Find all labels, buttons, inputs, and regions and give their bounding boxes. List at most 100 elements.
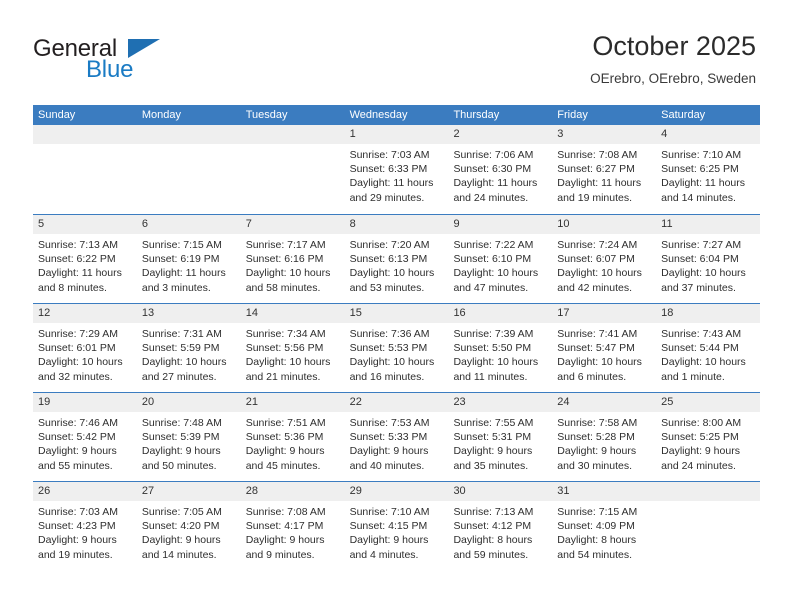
calendar-day-cell[interactable]: 9 Sunrise: 7:22 AM Sunset: 6:10 PM Daylight… [448,215,553,303]
day-number: 22 [344,393,449,412]
daylight-duration-line1: Daylight: 10 hours [245,356,331,369]
daylight-duration-line2: and 53 minutes. [349,281,425,294]
sunset-time: Sunset: 6:25 PM [661,163,739,176]
daylight-duration-line1: Daylight: 9 hours [557,445,637,458]
day-details: Sunrise: 7:29 AM Sunset: 6:01 PM Daylight:… [33,323,137,392]
day-details: Sunrise: 7:48 AM Sunset: 5:39 PM Daylight:… [137,412,241,481]
calendar-day-cell[interactable]: 11 Sunrise: 7:27 AM Sunset: 6:04 PM Dayligh… [656,215,761,303]
calendar-day-cell[interactable]: 20 Sunrise: 7:48 AM Sunset: 5:39 PM Dayligh… [136,393,241,481]
daylight-duration-line2: and 59 minutes. [453,548,529,561]
sunset-time: Sunset: 5:39 PM [141,431,220,444]
sunset-time: Sunset: 5:25 PM [661,431,739,444]
sunrise-time: Sunrise: 7:34 AM [245,328,326,340]
calendar-day-cell[interactable]: 26 Sunrise: 7:03 AM Sunset: 4:23 PM Dayligh… [33,482,137,570]
daylight-duration-line1: Daylight: 10 hours [453,356,539,369]
calendar-day-cell[interactable]: 12 Sunrise: 7:29 AM Sunset: 6:01 PM Dayligh… [33,304,137,392]
daylight-duration-line2: and 30 minutes. [557,459,633,472]
calendar-day-cell[interactable]: 1 Sunrise: 7:03 AM Sunset: 6:33 PM Daylight… [344,125,449,214]
day-details: Sunrise: 7:58 AM Sunset: 5:28 PM Daylight:… [552,412,656,481]
day-details: Sunrise: 7:41 AM Sunset: 5:47 PM Daylight:… [552,323,656,392]
day-details: Sunrise: 7:46 AM Sunset: 5:42 PM Daylight:… [33,412,137,481]
calendar-day-cell[interactable]: 8 Sunrise: 7:20 AM Sunset: 6:13 PM Daylight… [344,215,449,303]
day-number: 12 [33,304,137,323]
day-number: 14 [240,304,345,323]
sunrise-time: Sunrise: 7:08 AM [557,149,638,161]
daylight-duration-line1: Daylight: 9 hours [453,445,533,458]
daylight-duration-line1: Daylight: 10 hours [557,267,642,280]
day-details: Sunrise: 7:13 AM Sunset: 4:12 PM Daylight:… [448,501,552,570]
sunset-time: Sunset: 4:12 PM [453,520,532,533]
sunrise-time: Sunrise: 7:06 AM [453,149,534,161]
calendar-day-cell[interactable]: 17 Sunrise: 7:41 AM Sunset: 5:47 PM Dayligh… [552,304,657,392]
day-details: Sunrise: 7:22 AM Sunset: 6:10 PM Daylight:… [448,234,552,303]
daylight-duration-line1: Daylight: 10 hours [661,356,746,369]
calendar-day-cell[interactable]: 16 Sunrise: 7:39 AM Sunset: 5:50 PM Dayligh… [448,304,553,392]
calendar-day-cell[interactable]: 23 Sunrise: 7:55 AM Sunset: 5:31 PM Dayligh… [448,393,553,481]
calendar-day-cell[interactable]: 4 Sunrise: 7:10 AM Sunset: 6:25 PM Daylight… [656,125,761,214]
day-number: 18 [656,304,761,323]
calendar-day-cell[interactable]: 31 Sunrise: 7:15 AM Sunset: 4:09 PM Dayligh… [552,482,657,570]
day-details: Sunrise: 7:08 AM Sunset: 6:27 PM Daylight:… [552,144,656,214]
day-details: Sunrise: 7:34 AM Sunset: 5:56 PM Daylight:… [241,323,345,392]
daylight-duration-line1: Daylight: 9 hours [349,445,429,458]
sunrise-time: Sunrise: 7:27 AM [661,239,742,251]
calendar-day-cell[interactable]: 25 Sunrise: 8:00 AM Sunset: 5:25 PM Dayligh… [656,393,761,481]
daylight-duration-line2: and 24 minutes. [661,459,736,472]
day-number: 27 [136,482,241,501]
calendar-day-cell[interactable]: 24 Sunrise: 7:58 AM Sunset: 5:28 PM Dayligh… [552,393,657,481]
day-details [137,144,241,214]
day-number: 5 [33,215,137,234]
calendar-day-cell[interactable]: 29 Sunrise: 7:10 AM Sunset: 4:15 PM Dayligh… [344,482,449,570]
calendar-week-row: 1 Sunrise: 7:03 AM Sunset: 6:33 PM Daylight… [33,125,761,214]
calendar-day-cell[interactable]: 21 Sunrise: 7:51 AM Sunset: 5:36 PM Dayligh… [240,393,345,481]
day-details: Sunrise: 7:08 AM Sunset: 4:17 PM Daylight:… [241,501,345,570]
daylight-duration-line1: Daylight: 10 hours [38,356,123,369]
sunrise-time: Sunrise: 7:10 AM [661,149,742,161]
calendar-day-cell[interactable]: 5 Sunrise: 7:13 AM Sunset: 6:22 PM Daylight… [33,215,137,303]
sunrise-time: Sunrise: 7:36 AM [349,328,430,340]
calendar-day-cell[interactable]: 18 Sunrise: 7:43 AM Sunset: 5:44 PM Dayligh… [656,304,761,392]
calendar-day-cell[interactable]: 10 Sunrise: 7:24 AM Sunset: 6:07 PM Dayligh… [552,215,657,303]
calendar-day-cell[interactable]: 30 Sunrise: 7:13 AM Sunset: 4:12 PM Dayligh… [448,482,553,570]
day-number: 21 [240,393,345,412]
calendar-day-cell[interactable]: 27 Sunrise: 7:05 AM Sunset: 4:20 PM Dayligh… [136,482,241,570]
daylight-duration-line2: and 14 minutes. [661,191,736,204]
brand-logo[interactable]: General Blue [33,36,253,92]
calendar-day-cell[interactable]: 14 Sunrise: 7:34 AM Sunset: 5:56 PM Dayligh… [240,304,345,392]
day-details: Sunrise: 7:03 AM Sunset: 4:23 PM Daylight:… [33,501,137,570]
day-details: Sunrise: 7:43 AM Sunset: 5:44 PM Daylight:… [656,323,760,392]
daylight-duration-line2: and 50 minutes. [141,459,217,472]
sunset-time: Sunset: 5:56 PM [245,342,324,355]
daylight-duration-line2: and 11 minutes. [453,370,528,383]
sunset-time: Sunset: 6:33 PM [349,163,428,176]
daylight-duration-line1: Daylight: 11 hours [38,267,122,280]
daylight-duration-line1: Daylight: 9 hours [38,534,117,547]
weekday-header-thursday: Thursday [453,109,500,121]
daylight-duration-line1: Daylight: 10 hours [453,267,539,280]
day-number [656,482,761,501]
sunset-time: Sunset: 4:15 PM [349,520,428,533]
sunset-time: Sunset: 6:22 PM [38,253,116,266]
calendar-day-cell[interactable]: 22 Sunrise: 7:53 AM Sunset: 5:33 PM Dayligh… [344,393,449,481]
calendar-day-cell[interactable]: 3 Sunrise: 7:08 AM Sunset: 6:27 PM Daylight… [552,125,657,214]
calendar-week-row: 5 Sunrise: 7:13 AM Sunset: 6:22 PM Daylight… [33,214,761,303]
calendar-day-cell[interactable]: 7 Sunrise: 7:17 AM Sunset: 6:16 PM Daylight… [240,215,345,303]
day-number [240,125,345,144]
calendar-day-cell[interactable]: 13 Sunrise: 7:31 AM Sunset: 5:59 PM Dayligh… [136,304,241,392]
sunrise-time: Sunrise: 7:17 AM [245,239,326,251]
day-details: Sunrise: 7:24 AM Sunset: 6:07 PM Daylight:… [552,234,656,303]
calendar-day-cell[interactable]: 15 Sunrise: 7:36 AM Sunset: 5:53 PM Dayligh… [344,304,449,392]
daylight-duration-line1: Daylight: 10 hours [141,356,227,369]
calendar-day-cell[interactable]: 19 Sunrise: 7:46 AM Sunset: 5:42 PM Dayligh… [33,393,137,481]
calendar-day-cell-empty [33,125,137,214]
day-number: 16 [448,304,553,323]
day-details: Sunrise: 7:31 AM Sunset: 5:59 PM Daylight:… [137,323,241,392]
sunrise-time: Sunrise: 7:05 AM [141,506,222,518]
daylight-duration-line1: Daylight: 9 hours [141,534,221,547]
weekday-header-friday: Friday [557,109,588,121]
day-details: Sunrise: 7:51 AM Sunset: 5:36 PM Daylight:… [241,412,345,481]
calendar-day-cell[interactable]: 28 Sunrise: 7:08 AM Sunset: 4:17 PM Dayligh… [240,482,345,570]
calendar-day-cell[interactable]: 2 Sunrise: 7:06 AM Sunset: 6:30 PM Daylight… [448,125,553,214]
calendar-day-cell[interactable]: 6 Sunrise: 7:15 AM Sunset: 6:19 PM Daylight… [136,215,241,303]
day-number: 2 [448,125,553,144]
